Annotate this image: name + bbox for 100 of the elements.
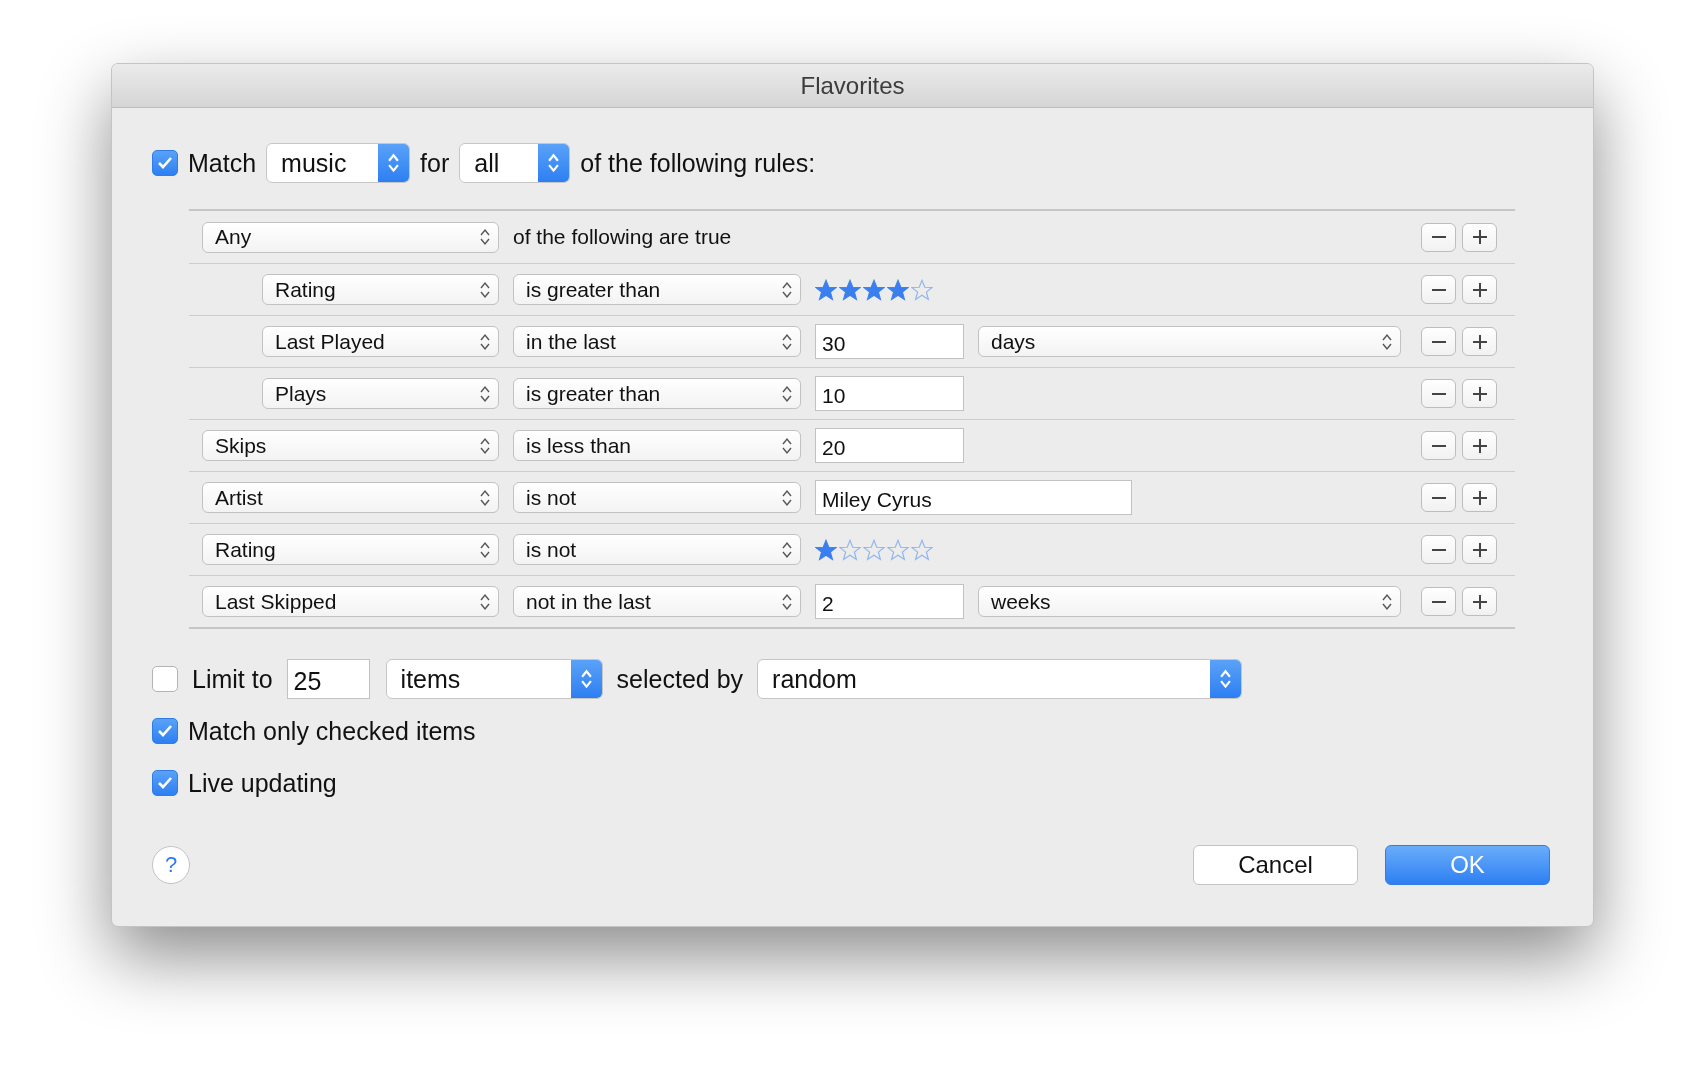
minus-icon [1430, 392, 1447, 395]
field-popup[interactable]: Rating [262, 274, 499, 305]
add-rule-button[interactable] [1462, 483, 1497, 512]
add-rule-button[interactable] [1462, 327, 1497, 356]
value-field[interactable]: 2 [815, 584, 964, 619]
checkmark-icon [157, 776, 173, 790]
checkbox[interactable] [152, 770, 178, 796]
plus-icon [1471, 385, 1488, 402]
option-label: Match only checked items [188, 716, 476, 746]
field-popup[interactable]: Plays [262, 378, 499, 409]
filled-star-icon[interactable] [815, 278, 837, 301]
up-down-chevron-icon [480, 436, 490, 455]
empty-star-icon[interactable] [911, 538, 933, 561]
limit-field[interactable]: 25 [286, 659, 370, 699]
add-rule-button[interactable] [1462, 222, 1497, 252]
minus-icon [1430, 340, 1447, 343]
add-rule-button[interactable] [1462, 379, 1497, 408]
checkbox[interactable] [152, 666, 178, 692]
plus-icon [1471, 281, 1488, 298]
plus-icon [1471, 593, 1488, 610]
value-field[interactable]: 20 [815, 428, 964, 463]
stepper-icon [580, 669, 592, 689]
value-field[interactable]: Miley Cyrus [815, 480, 1132, 515]
empty-star-icon[interactable] [863, 538, 885, 561]
unit-popup[interactable]: items [385, 659, 603, 699]
help-button[interactable]: ? [152, 846, 190, 884]
minus-icon [1430, 288, 1447, 291]
minus-icon [1430, 444, 1447, 447]
operator-popup[interactable]: is less than [513, 430, 801, 461]
up-down-chevron-icon [782, 280, 792, 299]
up-down-chevron-icon [782, 488, 792, 507]
remove-rule-button[interactable] [1421, 275, 1456, 304]
checkbox[interactable] [152, 150, 178, 176]
field-popup[interactable]: Last Skipped [202, 586, 499, 617]
empty-star-icon[interactable] [911, 278, 933, 301]
field-popup[interactable]: Last Played [262, 326, 499, 357]
cancel-button[interactable]: Cancel [1193, 845, 1358, 885]
empty-star-icon[interactable] [887, 538, 909, 561]
plus-icon [1471, 489, 1488, 506]
option-label: Live updating [188, 768, 337, 798]
match-label: Match [188, 148, 257, 178]
plus-icon [1471, 333, 1488, 350]
checkmark-icon [157, 156, 173, 170]
field-popup[interactable]: Rating [202, 534, 499, 565]
add-rule-button[interactable] [1462, 535, 1497, 564]
remove-rule-button[interactable] [1421, 222, 1456, 252]
remove-rule-button[interactable] [1421, 587, 1456, 616]
operator-popup[interactable]: not in the last [513, 586, 801, 617]
stepper-icon [1220, 669, 1232, 689]
up-down-chevron-icon [782, 592, 792, 611]
filled-star-icon[interactable] [815, 538, 837, 561]
up-down-chevron-icon [480, 332, 490, 351]
up-down-chevron-icon [782, 540, 792, 559]
minus-icon [1430, 236, 1447, 238]
up-down-chevron-icon [480, 384, 490, 403]
value-field[interactable]: 30 [815, 324, 964, 359]
field-popup[interactable]: Any [202, 221, 499, 253]
add-rule-button[interactable] [1462, 275, 1497, 304]
limit-label: Limit to [192, 664, 273, 694]
checkbox[interactable] [152, 718, 178, 744]
plus-icon [1471, 229, 1488, 245]
up-down-chevron-icon [480, 280, 490, 299]
method-popup[interactable]: random [757, 659, 1243, 699]
up-down-chevron-icon [782, 436, 792, 455]
minus-icon [1430, 600, 1447, 603]
plus-icon [1471, 541, 1488, 558]
up-down-chevron-icon [480, 228, 490, 246]
up-down-chevron-icon [480, 592, 490, 611]
remove-rule-button[interactable] [1421, 535, 1456, 564]
unit-popup[interactable]: weeks [978, 586, 1401, 617]
stepper-icon [548, 153, 560, 173]
remove-rule-button[interactable] [1421, 483, 1456, 512]
selected-by-label: selected by [616, 664, 744, 694]
window-title: Flavorites [800, 71, 905, 100]
up-down-chevron-icon [782, 332, 792, 351]
field-popup[interactable]: Skips [202, 430, 499, 461]
unit-popup[interactable]: days [978, 326, 1401, 357]
stepper-icon [388, 153, 400, 173]
minus-icon [1430, 548, 1447, 551]
quantifier-popup[interactable]: all [459, 143, 571, 183]
remove-rule-button[interactable] [1421, 431, 1456, 460]
up-down-chevron-icon [480, 488, 490, 507]
operator-popup[interactable]: is not [513, 482, 801, 513]
filled-star-icon[interactable] [863, 278, 885, 301]
checkmark-icon [157, 724, 173, 738]
operator-popup[interactable]: is greater than [513, 378, 801, 409]
operator-popup[interactable]: in the last [513, 326, 801, 357]
filled-star-icon[interactable] [839, 278, 861, 301]
add-rule-button[interactable] [1462, 587, 1497, 616]
media-popup[interactable]: music [266, 143, 411, 183]
field-popup[interactable]: Artist [202, 482, 499, 513]
operator-popup[interactable]: is greater than [513, 274, 801, 305]
empty-star-icon[interactable] [839, 538, 861, 561]
value-field[interactable]: 10 [815, 376, 964, 411]
add-rule-button[interactable] [1462, 431, 1497, 460]
remove-rule-button[interactable] [1421, 327, 1456, 356]
filled-star-icon[interactable] [887, 278, 909, 301]
remove-rule-button[interactable] [1421, 379, 1456, 408]
operator-popup[interactable]: is not [513, 534, 801, 565]
up-down-chevron-icon [480, 540, 490, 559]
